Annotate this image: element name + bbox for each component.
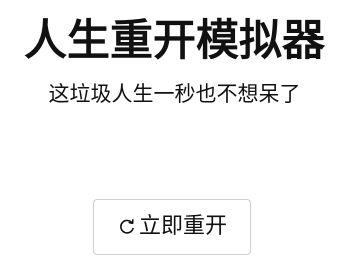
game-title: 人生重开模拟器 [24, 16, 325, 66]
refresh-icon [117, 217, 137, 237]
restart-button-label: 立即重开 [138, 214, 227, 239]
restart-button[interactable]: 立即重开 [93, 199, 251, 255]
game-subtitle: 这垃圾人生一秒也不想呆了 [48, 82, 301, 106]
